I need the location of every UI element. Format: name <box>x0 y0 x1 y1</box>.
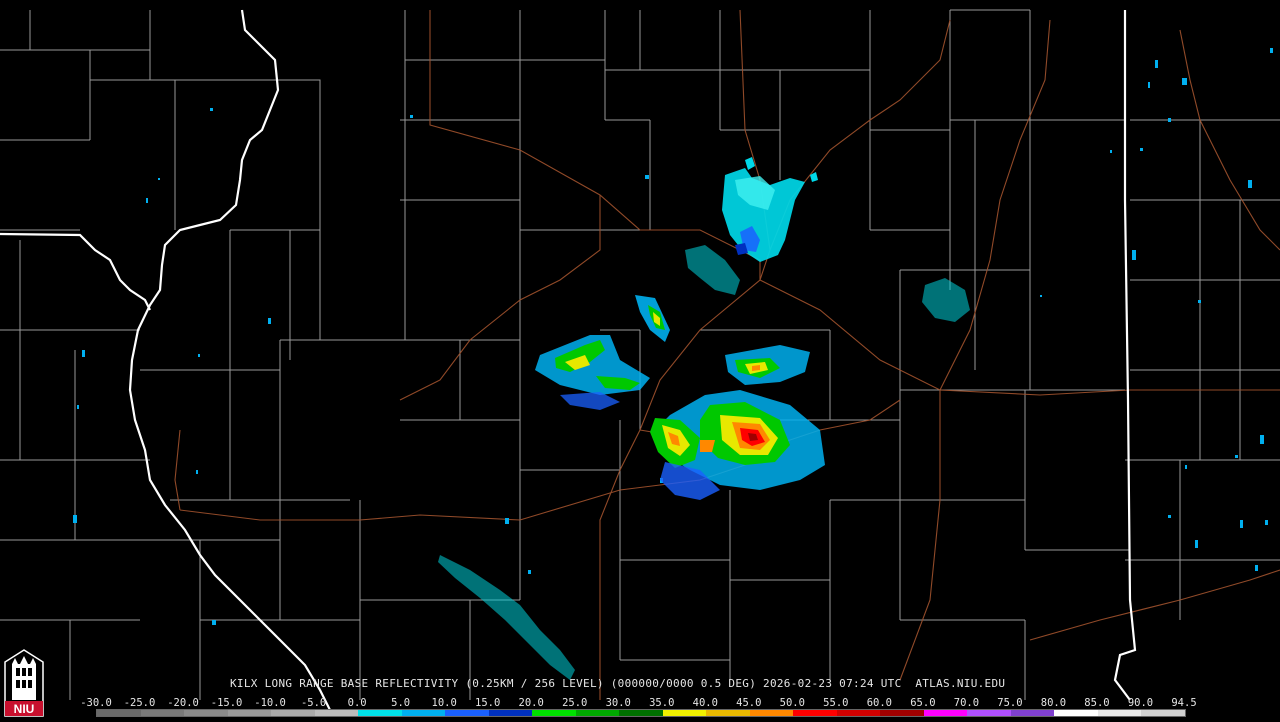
colorbar-segment <box>532 710 576 716</box>
colorbar-segment <box>1010 710 1055 716</box>
legend-label: 0.0 <box>347 697 367 709</box>
legend-label: 85.0 <box>1084 697 1110 709</box>
reflectivity-colorbar <box>96 709 1186 717</box>
colorbar-segment <box>793 710 837 716</box>
legend-label: -25.0 <box>123 697 156 709</box>
legend-label: 5.0 <box>391 697 411 709</box>
colorbar-segment <box>445 710 489 716</box>
colorbar-segment <box>923 710 968 716</box>
colorbar-segment <box>358 710 402 716</box>
legend-label: 15.0 <box>475 697 501 709</box>
colorbar-segment <box>575 710 620 716</box>
colorbar-segment <box>706 710 750 716</box>
legend-label: -10.0 <box>254 697 286 709</box>
legend-label: 65.0 <box>910 697 936 709</box>
legend-label: 75.0 <box>997 697 1023 709</box>
colorbar-segment <box>184 710 228 716</box>
legend-label: 45.0 <box>736 697 762 709</box>
legend-label: 80.0 <box>1040 697 1067 709</box>
colorbar-segment <box>488 710 533 716</box>
colorbar-segment <box>1054 710 1098 716</box>
precipitation-spokes <box>535 295 825 500</box>
colorbar-segment <box>662 710 707 716</box>
scattered-echoes <box>73 48 1273 625</box>
county-borders <box>0 9 1280 700</box>
colorbar-segment <box>1141 710 1185 716</box>
colorbar-segment <box>1097 710 1142 716</box>
legend-label: 55.0 <box>823 697 849 709</box>
legend-label: 40.0 <box>692 697 718 709</box>
colorbar-segment <box>749 710 794 716</box>
legend-label: -20.0 <box>167 697 199 709</box>
legend-label: 90.0 <box>1127 697 1154 709</box>
legend-label: 60.0 <box>866 697 893 709</box>
colorbar-segment <box>271 710 315 716</box>
colorbar-segment <box>314 710 359 716</box>
colorbar-segment <box>967 710 1011 716</box>
legend-label: 70.0 <box>953 697 980 709</box>
niu-logo: NIU <box>3 646 45 718</box>
legend-label: 30.0 <box>605 697 631 709</box>
legend-label: -15.0 <box>210 697 243 709</box>
legend-label: 20.0 <box>518 697 544 709</box>
colorbar-segment <box>227 710 272 716</box>
legend-label: -5.0 <box>300 697 327 709</box>
legend-label: 25.0 <box>562 697 588 709</box>
colorbar-segment <box>140 710 185 716</box>
colorbar-segment <box>619 710 663 716</box>
legend-label: 94.5 <box>1171 697 1197 709</box>
radar-map <box>0 9 1280 711</box>
precipitation-cluster-north <box>722 157 818 262</box>
product-caption: KILX LONG RANGE BASE REFLECTIVITY (0.25K… <box>230 677 1006 690</box>
colorbar-segment <box>836 710 881 716</box>
colorbar-segment <box>401 710 446 716</box>
niu-logo-text: NIU <box>13 702 35 716</box>
legend-label: -30.0 <box>80 697 112 709</box>
legend-scale-labels: -30.0 -25.0 -20.0 -15.0 -10.0 -5.0 0.0 5.0 10.0 1… <box>80 697 1197 709</box>
legend-label: 10.0 <box>431 697 457 709</box>
colorbar-segment <box>880 710 924 716</box>
legend-label: 35.0 <box>649 697 675 709</box>
legend-label: 50.0 <box>779 697 805 709</box>
colorbar-segment <box>97 710 141 716</box>
